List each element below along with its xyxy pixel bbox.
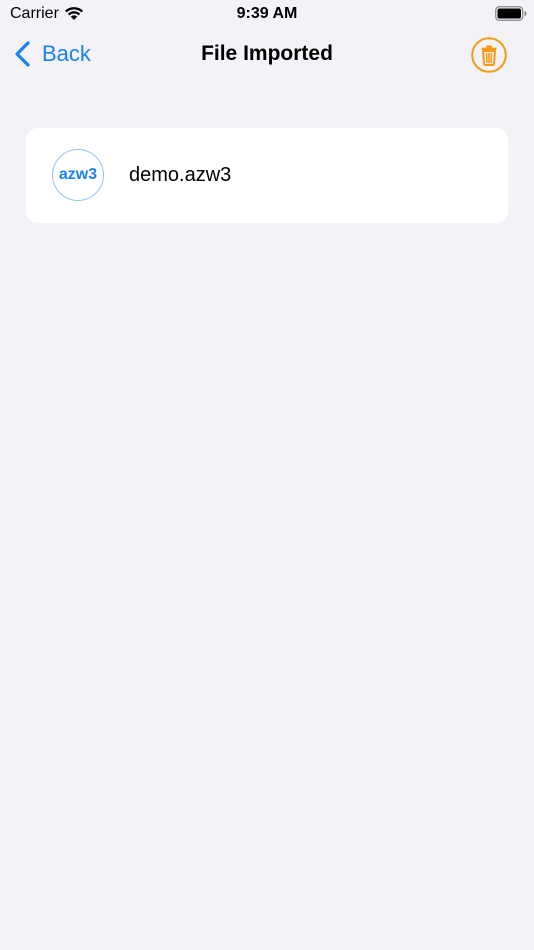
back-button[interactable]: Back	[14, 38, 91, 70]
file-name: demo.azw3	[129, 164, 232, 186]
file-list-item[interactable]: azw3 demo.azw3	[26, 128, 508, 223]
status-time: 9:39 AM	[236, 5, 298, 22]
back-label: Back	[42, 41, 91, 66]
battery-icon	[495, 6, 527, 21]
file-type-badge: azw3	[52, 149, 104, 201]
navigation-bar: Back File Imported	[0, 28, 534, 84]
delete-button[interactable]	[471, 37, 507, 73]
chevron-left-icon	[14, 41, 32, 67]
status-bar: Carrier 9:39 AM	[0, 0, 534, 28]
trash-icon	[471, 37, 507, 77]
